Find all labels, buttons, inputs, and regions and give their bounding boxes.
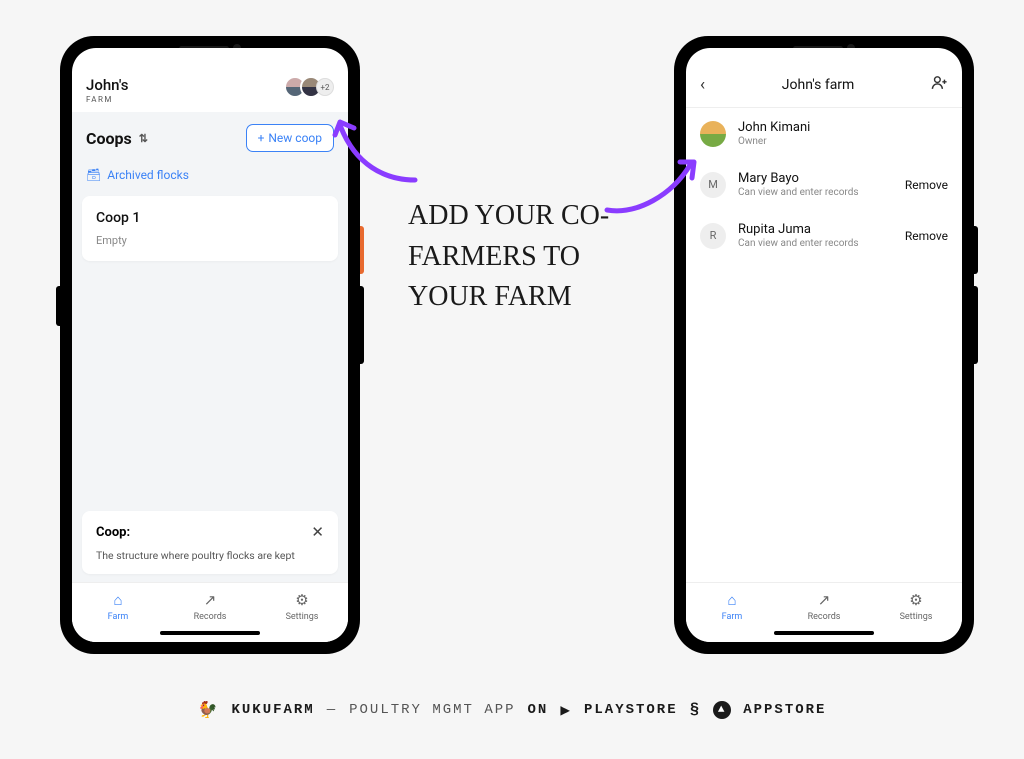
remove-button[interactable]: Remove — [905, 229, 948, 243]
member-role: Can view and enter records — [738, 238, 893, 249]
home-icon: ⌂ — [727, 591, 736, 609]
footer-brand: KUKUFARM — [231, 702, 314, 718]
close-icon[interactable]: ✕ — [311, 523, 324, 541]
member-row[interactable]: M Mary Bayo Can view and enter records R… — [686, 159, 962, 210]
nav-tab-settings[interactable]: ⚙ Settings — [256, 591, 348, 622]
archived-flocks-label: Archived flocks — [107, 168, 189, 182]
separator-glyph: § — [690, 701, 702, 719]
chart-icon: ↗ — [204, 591, 217, 609]
rooster-icon: 🐓 — [198, 700, 220, 720]
avatar: M — [700, 172, 726, 198]
nav-label: Farm — [108, 612, 129, 622]
new-coop-button[interactable]: + New coop — [246, 124, 334, 152]
footer-tagline: POULTRY MGMT APP — [349, 702, 515, 718]
nav-tab-settings[interactable]: ⚙ Settings — [870, 591, 962, 622]
chart-icon: ↗ — [818, 591, 831, 609]
remove-button[interactable]: Remove — [905, 178, 948, 192]
marketing-annotation: Add your co-farmers to your farm — [408, 196, 638, 318]
filter-icon[interactable]: ⇅ — [139, 132, 148, 145]
playstore-icon: ▶ — [560, 700, 572, 720]
nav-label: Records — [194, 612, 227, 622]
archive-icon: 🗃 — [86, 168, 101, 182]
nav-label: Settings — [286, 612, 319, 622]
archived-flocks-link[interactable]: 🗃 Archived flocks — [72, 164, 348, 192]
member-name: Rupita Juma — [738, 222, 893, 237]
avatar: R — [700, 223, 726, 249]
phone-mockup-right: ‹ John's farm John Kimani Owner M Mary B… — [674, 36, 974, 654]
coop-card[interactable]: Coop 1 Empty — [82, 196, 338, 261]
member-avatar-stack[interactable]: +2 — [284, 76, 334, 98]
farm-subtitle: FARM — [86, 95, 128, 104]
phone-mockup-left: John's FARM +2 Coops ⇅ + New coop — [60, 36, 360, 654]
gear-icon: ⚙ — [295, 591, 308, 609]
nav-tab-farm[interactable]: ⌂ Farm — [686, 591, 778, 622]
footer-on: ON — [528, 702, 549, 718]
footer-appstore[interactable]: APPSTORE — [743, 702, 826, 718]
tip-body: The structure where poultry flocks are k… — [96, 549, 324, 562]
nav-label: Farm — [722, 612, 743, 622]
member-role: Owner — [738, 136, 948, 147]
member-role: Can view and enter records — [738, 187, 893, 198]
coop-status: Empty — [96, 234, 324, 247]
nav-tab-farm[interactable]: ⌂ Farm — [72, 591, 164, 622]
nav-label: Settings — [900, 612, 933, 622]
back-icon[interactable]: ‹ — [700, 75, 705, 95]
member-row[interactable]: R Rupita Juma Can view and enter records… — [686, 210, 962, 261]
footer-playstore[interactable]: PLAYSTORE — [584, 702, 678, 718]
new-coop-button-label: New coop — [268, 131, 322, 145]
member-name: John Kimani — [738, 120, 948, 135]
plus-icon: + — [258, 131, 265, 145]
member-name: Mary Bayo — [738, 171, 893, 186]
member-row[interactable]: John Kimani Owner — [686, 108, 962, 159]
gear-icon: ⚙ — [909, 591, 922, 609]
farm-title: John's — [86, 76, 128, 94]
add-member-icon[interactable] — [931, 74, 948, 95]
tip-heading: Coop: — [96, 525, 130, 540]
home-icon: ⌂ — [113, 591, 122, 609]
coops-heading: Coops — [86, 129, 132, 148]
avatar — [700, 121, 726, 147]
appbar-title: John's farm — [782, 77, 855, 93]
members-appbar: ‹ John's farm — [686, 48, 962, 108]
farm-header: John's FARM +2 — [72, 48, 348, 112]
nav-tab-records[interactable]: ↗ Records — [778, 591, 870, 622]
avatar-overflow-count: +2 — [316, 78, 334, 96]
nav-label: Records — [808, 612, 841, 622]
coop-name: Coop 1 — [96, 210, 324, 226]
info-tip-card: Coop: ✕ The structure where poultry floc… — [82, 511, 338, 574]
footer-separator: — — [327, 702, 337, 718]
appstore-icon: ▲ — [713, 701, 731, 719]
nav-tab-records[interactable]: ↗ Records — [164, 591, 256, 622]
footer-bar: 🐓 KUKUFARM — POULTRY MGMT APP ON ▶ PLAYS… — [0, 700, 1024, 720]
